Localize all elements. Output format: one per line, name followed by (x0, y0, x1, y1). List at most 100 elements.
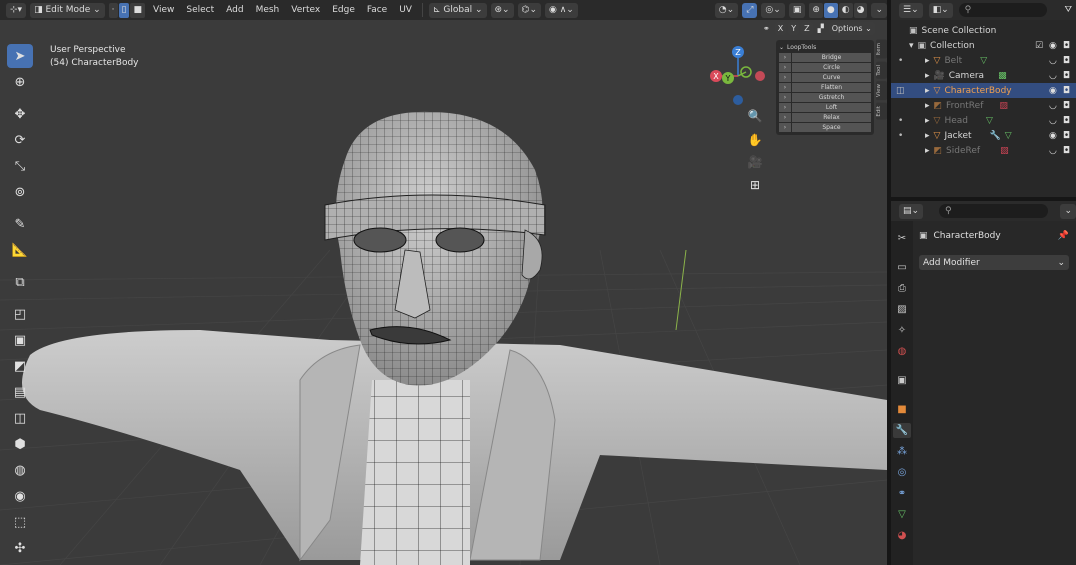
add-modifier-dropdown[interactable]: Add Modifier ⌄ (919, 255, 1069, 270)
solid-shading-button[interactable]: ● (823, 2, 838, 18)
outliner-editor-type[interactable]: ☰⌄ (899, 2, 923, 18)
constraints-tab[interactable]: ⚭ (893, 486, 911, 501)
measure-tool[interactable]: 📐 (7, 238, 33, 262)
outliner-item-characterbody[interactable]: ◫ ▸ ▽ CharacterBody ◉ ◘ (891, 83, 1076, 98)
extrude-tool[interactable]: ◰ (7, 302, 33, 326)
transform-orientation-dropdown[interactable]: ⊾ Global ⌄ (428, 2, 487, 18)
display-mode-dropdown[interactable]: ◧⌄ (928, 2, 953, 18)
filter-button[interactable]: ⛛ (1060, 3, 1076, 18)
knife-tool[interactable]: ◫ (7, 406, 33, 430)
poly-build-tool[interactable]: ⬢ (7, 432, 33, 456)
tab-tool[interactable]: Tool (876, 61, 887, 79)
render-camera-icon[interactable]: ◘ (1063, 101, 1070, 111)
pin-icon[interactable]: 📌 (1058, 231, 1069, 241)
eye-icon[interactable]: ◉ (1049, 86, 1057, 96)
shrink-fatten-tool[interactable]: ✣ (7, 536, 33, 560)
outliner-search-input[interactable]: ⚲ (958, 3, 1047, 17)
xray-toggle[interactable]: ▣ (788, 2, 806, 18)
gizmo-toggle[interactable]: ⤢ (742, 2, 758, 18)
hidden-eye-icon[interactable]: ◡ (1049, 71, 1057, 81)
outliner-item-sideref[interactable]: ▸ ◩ SideRef ▨ ◡ ◘ (891, 143, 1076, 158)
hidden-eye-icon[interactable]: ◡ (1049, 101, 1057, 111)
menu-vertex[interactable]: Vertex (287, 3, 324, 18)
move-tool[interactable]: ✥ (7, 102, 33, 126)
render-camera-icon[interactable]: ◘ (1063, 116, 1070, 126)
modifier-tab[interactable]: 🔧 (893, 423, 911, 438)
hidden-eye-icon[interactable]: ◡ (1049, 116, 1057, 126)
vertex-select-button[interactable]: · (108, 2, 118, 18)
checkbox-icon[interactable]: ☑ (1035, 41, 1043, 51)
eye-icon[interactable]: ◉ (1049, 41, 1057, 51)
add-cube-tool[interactable]: ⧉ (7, 270, 33, 294)
auto-merge-icon[interactable]: ▞ (815, 22, 827, 35)
scale-tool[interactable]: ⤡ (7, 154, 33, 178)
navigation-gizmo[interactable]: Z X Y (704, 44, 768, 108)
output-tab[interactable]: ⎙ (893, 281, 911, 296)
hidden-eye-icon[interactable]: ◡ (1049, 146, 1057, 156)
axis-y-toggle[interactable]: Y (788, 22, 800, 35)
menu-face[interactable]: Face (363, 3, 391, 18)
scene-collection-row[interactable]: ▣ Scene Collection (891, 23, 1076, 38)
world-tab[interactable]: ◍ (893, 344, 911, 359)
render-camera-icon[interactable]: ◘ (1063, 86, 1070, 96)
tab-edit[interactable]: Edit (876, 103, 887, 120)
data-tab[interactable]: ▽ (893, 507, 911, 522)
edge-slide-tool[interactable]: ⬚ (7, 510, 33, 534)
menu-edge[interactable]: Edge (328, 3, 359, 18)
menu-view[interactable]: View (149, 3, 178, 18)
outliner-item-head[interactable]: • ▸ ▽ Head ▽ ◡ ◘ (891, 113, 1076, 128)
material-tab[interactable]: ◕ (893, 528, 911, 543)
visibility-dropdown[interactable]: ◔⌄ (714, 2, 739, 18)
outliner-item-belt[interactable]: • ▸ ▽ Belt ▽ ◡ ◘ (891, 53, 1076, 68)
transform-tool[interactable]: ⊚ (7, 180, 33, 204)
smooth-tool[interactable]: ◉ (7, 484, 33, 508)
axis-x-toggle[interactable]: X (774, 22, 787, 35)
outliner-item-camera[interactable]: ▸ 🎥 Camera ▩ ◡ ◘ (891, 68, 1076, 83)
select-box-tool[interactable]: ➤ (7, 44, 33, 68)
render-camera-icon[interactable]: ◘ (1063, 131, 1070, 141)
menu-add[interactable]: Add (222, 3, 247, 18)
loop-cut-tool[interactable]: ▤ (7, 380, 33, 404)
axis-z-toggle[interactable]: Z (801, 22, 813, 35)
properties-editor-type[interactable]: ▤⌄ (899, 203, 924, 219)
mode-dropdown[interactable]: ◨ Edit Mode ⌄ (30, 2, 105, 18)
edge-select-button[interactable]: ▯ (118, 2, 130, 18)
cursor-tool[interactable]: ⊕ (7, 70, 33, 94)
wireframe-shading-button[interactable]: ⊕ (809, 2, 823, 18)
inset-tool[interactable]: ▣ (7, 328, 33, 352)
hidden-eye-icon[interactable]: ◡ (1049, 56, 1057, 66)
outliner-item-jacket[interactable]: • ▸ ▽ Jacket 🔧 ▽ ◉ ◘ (891, 128, 1076, 143)
camera-view-button[interactable]: 🎥 (744, 152, 766, 172)
physics-tab[interactable]: ◎ (893, 465, 911, 480)
editor-type-dropdown[interactable]: ⊹▾ (6, 2, 27, 18)
menu-mesh[interactable]: Mesh (252, 3, 284, 18)
snap-toggle[interactable]: ⌬⌄ (517, 2, 541, 18)
object-tab[interactable]: ■ (893, 402, 911, 417)
tool-tab[interactable]: ✂ (893, 231, 911, 246)
annotate-tool[interactable]: ✎ (7, 212, 33, 236)
outliner-item-frontref[interactable]: ▸ ◩ FrontRef ▨ ◡ ◘ (891, 98, 1076, 113)
properties-options-dropdown[interactable]: ⌄ (1060, 203, 1076, 219)
pivot-dropdown[interactable]: ⊛⌄ (490, 2, 514, 18)
scene-tab[interactable]: ✧ (893, 323, 911, 338)
properties-search-input[interactable]: ⚲ (939, 204, 1049, 218)
menu-uv[interactable]: UV (395, 3, 416, 18)
3d-viewport[interactable]: ⊹▾ ◨ Edit Mode ⌄ · ▯ ■ View Select Add M… (0, 0, 887, 565)
rendered-shading-button[interactable]: ◕ (853, 2, 868, 18)
tab-view[interactable]: View (876, 81, 887, 101)
render-camera-icon[interactable]: ◘ (1063, 146, 1070, 156)
shading-options-dropdown[interactable]: ⌄ (871, 2, 887, 18)
material-shading-button[interactable]: ◐ (838, 2, 853, 18)
spin-tool[interactable]: ◍ (7, 458, 33, 482)
tab-item[interactable]: Item (876, 40, 887, 59)
options-dropdown[interactable]: Options ⌄ (828, 22, 875, 35)
menu-select[interactable]: Select (182, 3, 218, 18)
pan-button[interactable]: ✋ (744, 130, 766, 150)
collection-row[interactable]: ▾ ▣ Collection ☑ ◉ ◘ (891, 38, 1076, 53)
view-layer-tab[interactable]: ▨ (893, 302, 911, 317)
overlay-toggle[interactable]: ◎⌄ (761, 2, 785, 18)
render-camera-icon[interactable]: ◘ (1063, 41, 1070, 51)
render-tab[interactable]: ▭ (893, 260, 911, 275)
zoom-button[interactable]: 🔍 (744, 106, 766, 126)
rotate-tool[interactable]: ⟳ (7, 128, 33, 152)
